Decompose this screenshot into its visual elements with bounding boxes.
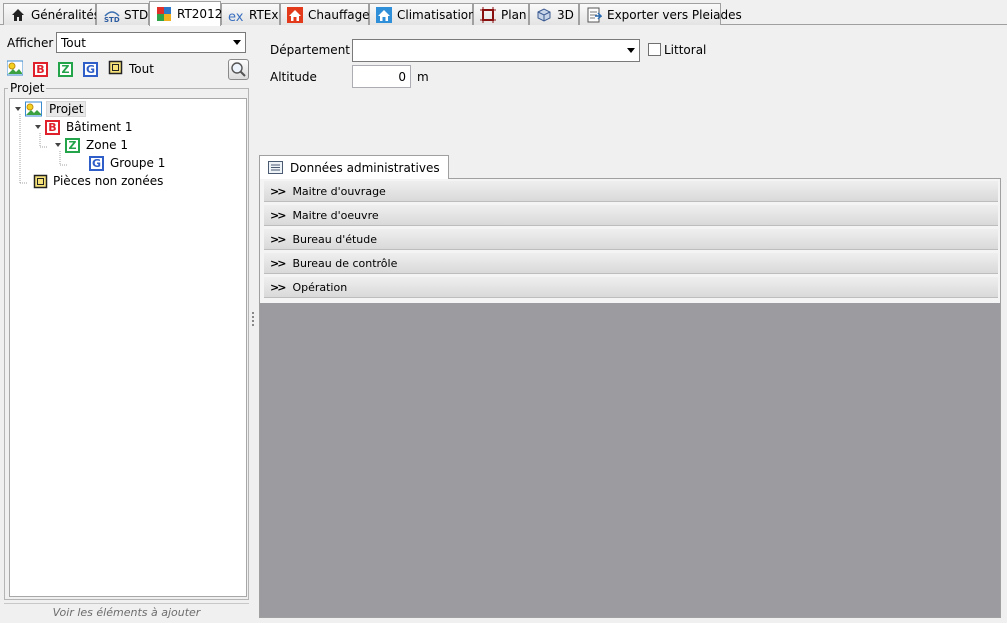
expand-chevrons-icon: >> (270, 232, 287, 246)
tab-label: 3D (557, 7, 574, 22)
tab-label: Chauffage (308, 7, 370, 22)
search-button[interactable] (228, 59, 249, 80)
admin-sections-panel: >> Maitre d'ouvrage >> Maitre d'oeuvre >… (259, 178, 1001, 618)
altitude-label: Altitude (270, 70, 317, 84)
magnifier-icon (231, 62, 246, 77)
tab-chauffage[interactable]: Chauffage (280, 3, 370, 25)
project-tree[interactable]: Projet B Bâtiment 1 Z Zone 1 G Groupe 1 … (9, 98, 247, 597)
expand-triangle-icon[interactable] (35, 125, 41, 129)
project-group-title: Projet (8, 81, 47, 95)
tab-label: RT2012 (177, 7, 223, 21)
section-label: Bureau d'étude (292, 232, 378, 246)
show-select[interactable]: Tout (56, 32, 246, 53)
std-icon: STD (103, 7, 120, 24)
3d-cube-icon (536, 7, 552, 23)
tree-node-label: Bâtiment 1 (66, 120, 133, 134)
home-icon (10, 7, 26, 23)
svg-text:STD: STD (104, 16, 120, 23)
section-label: Bureau de contrôle (292, 256, 398, 270)
main-tab-strip: Généralités STD STD RT2012 ex RTEx Chauf… (0, 0, 1007, 26)
tab-rtex[interactable]: ex RTEx (221, 3, 280, 25)
littoral-label: Littoral (664, 43, 707, 57)
altitude-input[interactable]: 0 (352, 65, 411, 88)
plan-icon (480, 6, 496, 23)
section-label: Opération (292, 280, 348, 294)
departement-label: Département (270, 43, 350, 57)
tree-node-projet[interactable]: Projet (15, 100, 87, 118)
tab-label: Généralités (31, 7, 100, 22)
cooling-house-icon (376, 6, 392, 23)
expand-triangle-icon[interactable] (55, 143, 61, 147)
batiment-filter-icon[interactable]: B (33, 61, 48, 77)
heating-house-icon (287, 6, 303, 23)
tab-donnees-administratives[interactable]: Données administratives (259, 155, 449, 179)
tree-node-batiment[interactable]: B Bâtiment 1 (35, 118, 132, 136)
tree-node-label: Groupe 1 (110, 156, 166, 170)
list-document-icon (268, 161, 283, 174)
tab-std[interactable]: STD STD (96, 3, 149, 25)
expand-chevrons-icon: >> (270, 280, 287, 294)
tab-label: RTEx (249, 7, 279, 22)
tree-node-pieces[interactable]: Pièces non zonées (33, 172, 163, 190)
tree-node-label: Zone 1 (86, 138, 128, 152)
section-label: Maitre d'oeuvre (292, 208, 379, 222)
add-elements-hint[interactable]: Voir les éléments à ajouter (4, 603, 249, 621)
export-icon (586, 7, 603, 23)
section-label: Maitre d'ouvrage (292, 184, 386, 198)
project-filter-icon[interactable] (6, 60, 24, 79)
section-maitre-ouvrage[interactable]: >> Maitre d'ouvrage (264, 181, 998, 202)
tab-label: Plan (501, 7, 527, 22)
tab-label: Climatisation (397, 7, 476, 22)
tree-node-label: Projet (46, 101, 87, 117)
rooms-icon (33, 174, 48, 189)
littoral-checkbox[interactable] (648, 43, 661, 56)
expand-chevrons-icon: >> (270, 208, 287, 222)
expand-triangle-icon[interactable] (15, 107, 21, 111)
svg-text:ex: ex (228, 10, 244, 23)
section-bureau-etude[interactable]: >> Bureau d'étude (264, 229, 998, 250)
altitude-value: 0 (398, 69, 406, 84)
zone-icon: Z (65, 137, 80, 153)
groupe-icon: G (89, 155, 104, 171)
batiment-icon: B (45, 119, 60, 135)
show-label: Afficher (7, 36, 54, 50)
tree-node-label: Pièces non zonées (53, 174, 164, 188)
tree-node-zone[interactable]: Z Zone 1 (55, 136, 128, 154)
zone-filter-icon[interactable]: Z (58, 61, 73, 77)
section-maitre-oeuvre[interactable]: >> Maitre d'oeuvre (264, 205, 998, 226)
tab-label: STD (124, 7, 149, 22)
departement-select[interactable] (352, 39, 640, 62)
tab-climatisation[interactable]: Climatisation (369, 3, 476, 25)
section-bureau-controle[interactable]: >> Bureau de contrôle (264, 253, 998, 274)
tab-plan[interactable]: Plan (473, 3, 529, 25)
right-panel: Département Littoral Altitude 0 m Donnée… (256, 26, 1007, 623)
filter-toolbar: B Z G Tout (6, 60, 154, 79)
tab-label: Exporter vers Pleiades (607, 7, 742, 22)
rt2012-icon (156, 6, 172, 22)
groupe-filter-icon[interactable]: G (83, 61, 98, 77)
expand-chevrons-icon: >> (270, 256, 287, 270)
rooms-filter-icon[interactable] (108, 60, 123, 78)
chevron-down-icon (233, 40, 241, 45)
tab-rt2012[interactable]: RT2012 (149, 1, 223, 26)
filter-all-label[interactable]: Tout (129, 62, 154, 76)
rtex-icon: ex (228, 7, 244, 25)
chevron-down-icon (627, 48, 635, 53)
show-select-value: Tout (61, 35, 86, 50)
tab-3d[interactable]: 3D (529, 3, 579, 25)
expand-chevrons-icon: >> (270, 184, 287, 198)
left-panel: Afficher Tout B Z G Tout Projet Projet B… (0, 26, 250, 623)
tab-generalites[interactable]: Généralités (3, 3, 100, 25)
altitude-unit: m (417, 70, 429, 84)
project-icon (25, 101, 42, 117)
section-operation[interactable]: >> Opération (264, 277, 998, 298)
tab-label: Données administratives (290, 160, 440, 175)
tree-node-groupe[interactable]: G Groupe 1 (89, 154, 165, 172)
tab-exporter[interactable]: Exporter vers Pleiades (579, 3, 742, 25)
